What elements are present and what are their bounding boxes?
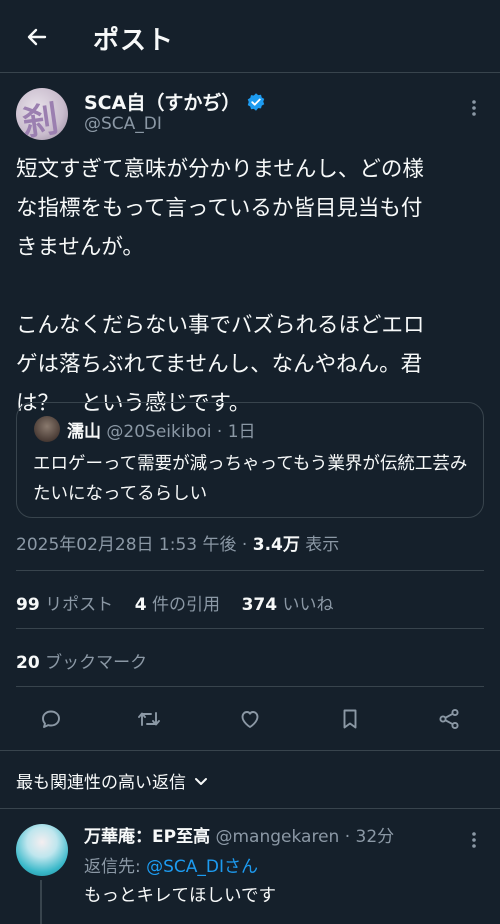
- share-icon: [439, 708, 459, 730]
- divider: [16, 686, 484, 687]
- action-bar: [0, 704, 500, 738]
- quote-separator: ·: [216, 422, 223, 442]
- likes-stat[interactable]: 374 いいね: [242, 595, 334, 615]
- quotes-stat[interactable]: 4 件の引用: [135, 595, 220, 615]
- reply-sort-dropdown[interactable]: 最も関連性の高い返信: [16, 768, 210, 793]
- page-title: ポスト: [93, 26, 175, 56]
- like-label: いいね: [282, 595, 334, 615]
- more-options-icon[interactable]: [464, 98, 484, 118]
- reply-to-label: 返信先:: [84, 857, 147, 877]
- top-bar: ポスト: [0, 0, 500, 73]
- reply-to-line: 返信先: @SCA_DIさん: [84, 852, 258, 877]
- quote-avatar: [34, 416, 60, 442]
- bookmarks-stat[interactable]: 20 ブックマーク: [16, 648, 147, 673]
- divider: [16, 570, 484, 571]
- view-count: 3.4万: [252, 535, 300, 555]
- author-name: SCA自（すかぢ）: [84, 92, 241, 114]
- reply-author-handle[interactable]: @mangekaren: [215, 827, 339, 847]
- reply-author-name[interactable]: 万華庵：EP至高: [84, 827, 210, 847]
- meta-separator: ·: [241, 535, 248, 555]
- back-button[interactable]: [22, 22, 52, 52]
- quote-count: 4: [134, 595, 147, 615]
- verified-badge-icon: [248, 92, 265, 111]
- reply-time: 32分: [355, 827, 395, 847]
- quote-author-name: 濡山: [67, 422, 101, 442]
- thread-line: [40, 880, 42, 924]
- author-handle[interactable]: @SCA_DI: [84, 114, 162, 134]
- avatar-glyph: 刹: [19, 98, 62, 140]
- share-button[interactable]: [434, 704, 464, 734]
- repost-icon: [138, 712, 160, 726]
- quote-author-handle: @20Seikiboi: [106, 422, 212, 442]
- reposts-stat[interactable]: 99 リポスト: [16, 595, 113, 615]
- view-label: 表示: [305, 535, 340, 555]
- divider: [0, 750, 500, 751]
- reply-text: もっとキレてほしいです: [84, 886, 276, 906]
- divider: [0, 808, 500, 809]
- reply-more-options-icon[interactable]: [464, 830, 484, 850]
- quoted-tweet[interactable]: 濡山 @20Seikiboi · 1日 エロゲーって需要が減っちゃってもう業界が…: [16, 402, 484, 518]
- quote-time: 1日: [227, 422, 256, 442]
- arrow-left-icon: [27, 28, 47, 46]
- sort-label: 最も関連性の高い返信: [16, 773, 186, 793]
- repost-label: リポスト: [45, 595, 114, 615]
- reply-separator: ·: [344, 827, 351, 847]
- reply-header: 万華庵：EP至高 @mangekaren · 32分: [84, 822, 394, 847]
- quote-text: エロゲーって需要が減っちゃってもう業界が伝統工芸みたいになってるらしい: [33, 454, 468, 504]
- repost-count: 99: [16, 595, 40, 615]
- reply-button[interactable]: [36, 704, 66, 734]
- timestamp[interactable]: 2025年02月28日 1:53 午後: [16, 535, 237, 555]
- reply-avatar[interactable]: [16, 824, 68, 876]
- tweet-text: 短文すぎて意味が分かりませんし、どの様 な指標をもって言っているか皆目見当も付 …: [16, 157, 425, 416]
- author-name-row[interactable]: SCA自（すかぢ）: [84, 88, 266, 115]
- bookmark-button[interactable]: [335, 704, 365, 734]
- like-button[interactable]: [235, 704, 265, 734]
- bookmark-icon: [343, 709, 357, 729]
- quote-label: 件の引用: [151, 595, 220, 615]
- reply-to-mention[interactable]: @SCA_DIさん: [146, 857, 258, 877]
- bookmark-label: ブックマーク: [45, 653, 148, 673]
- repost-button[interactable]: [134, 704, 164, 734]
- engagement-stats: 99 リポスト 4 件の引用 374 いいね: [16, 590, 333, 615]
- like-icon: [241, 711, 259, 728]
- chevron-down-icon: [195, 777, 207, 785]
- divider: [16, 628, 484, 629]
- tweet-meta: 2025年02月28日 1:53 午後 · 3.4万 表示: [16, 530, 339, 555]
- like-count: 374: [241, 595, 278, 615]
- bookmark-count: 20: [16, 653, 40, 673]
- reply-icon: [42, 710, 60, 728]
- avatar[interactable]: 刹: [16, 88, 68, 140]
- quote-header: 濡山 @20Seikiboi · 1日: [67, 417, 256, 442]
